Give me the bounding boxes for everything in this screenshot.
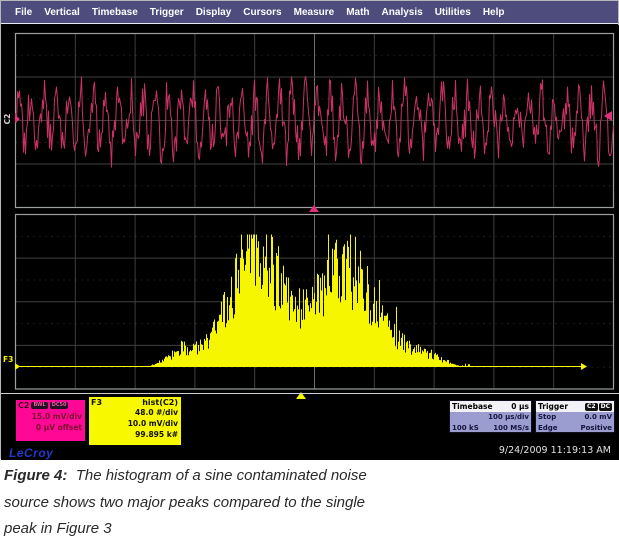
f3-label: F3 [91, 398, 102, 407]
c2-offset: 0 µV offset [16, 422, 85, 433]
trigger-source-badge: C2 [585, 403, 598, 411]
scope-display: C2 F3 [1, 1, 619, 460]
trigger-slope: Positive [580, 423, 612, 434]
c2-axis-label: C2 [3, 114, 12, 125]
f3-axis-label: F3 [3, 355, 13, 364]
caption-text-1: The histogram of a sine contaminated noi… [76, 467, 367, 484]
f3-descriptor-box[interactable]: F3 hist(C2) 48.0 #/div 10.0 mV/div 99.89… [88, 396, 182, 446]
trigger-level: 0.0 mV [584, 412, 612, 423]
timebase-sample-rate: 100 MS/s [493, 423, 529, 434]
c2-scale: 15.0 mV/div [16, 411, 85, 422]
trigger-title: Trigger [538, 402, 568, 411]
f3-vertical-scale: 48.0 #/div [89, 407, 181, 418]
trigger-box[interactable]: Trigger C2 DC Stop 0.0 mV Edge Positive [535, 400, 615, 433]
lecroy-logo: LeCroy [9, 446, 53, 460]
timebase-samples: 100 kS [452, 423, 479, 434]
c2-coupling-badge: DC50 [50, 402, 69, 409]
status-separator [1, 393, 619, 394]
timebase-scale: 100 µs/div [488, 412, 529, 423]
c2-bandwidth-badge: BWL [31, 402, 47, 409]
caption-line-2: source shows two major peaks compared to… [4, 490, 614, 517]
trigger-coupling-badge: DC [599, 403, 612, 411]
trigger-type: Edge [538, 423, 558, 434]
timebase-offset: 0 µs [511, 402, 529, 411]
figure-caption: Figure 4: The histogram of a sine contam… [4, 463, 614, 543]
caption-line-3: peak in Figure 3 [4, 516, 614, 543]
f3-population: 99.895 k# [89, 429, 181, 440]
oscilloscope-screenshot: FileVerticalTimebaseTriggerDisplayCursor… [0, 0, 619, 459]
c2-descriptor-box[interactable]: C2 BWL DC50 15.0 mV/div 0 µV offset [15, 399, 86, 442]
f3-horizontal-scale: 10.0 mV/div [89, 418, 181, 429]
timebase-box[interactable]: Timebase 0 µs 100 µs/div 100 kS 100 MS/s [449, 400, 532, 433]
c2-label: C2 [18, 401, 29, 410]
caption-figure-label: Figure 4: [4, 467, 67, 484]
page: FileVerticalTimebaseTriggerDisplayCursor… [0, 0, 619, 544]
f3-function: hist(C2) [142, 398, 178, 407]
caption-line-1: Figure 4: The histogram of a sine contam… [4, 463, 614, 490]
trigger-mode: Stop [538, 412, 556, 423]
timestamp: 9/24/2009 11:19:13 AM [499, 445, 611, 456]
timebase-title: Timebase [452, 402, 493, 411]
